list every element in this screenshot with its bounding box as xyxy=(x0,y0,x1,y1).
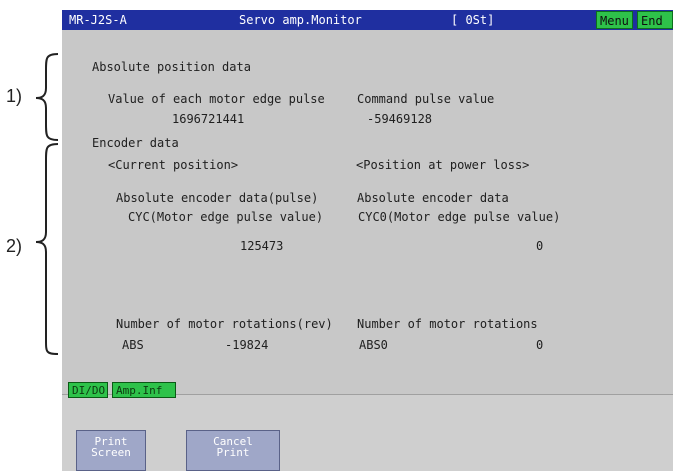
abs0-label: ABS0 xyxy=(359,338,388,352)
command-pulse-label: Command pulse value xyxy=(357,92,495,106)
cyc-label: CYC(Motor edge pulse value) xyxy=(128,210,324,224)
section-absolute-position-title: Absolute position data xyxy=(92,60,251,74)
title-bar: MR-J2S-A Servo amp.Monitor [ 0St] xyxy=(62,10,673,30)
annotation-label-1: 1) xyxy=(6,86,23,106)
motor-edge-pulse-label: Value of each motor edge pulse xyxy=(108,92,325,106)
motor-rotations-label: Number of motor rotations xyxy=(357,317,538,331)
annotation-label-2: 2) xyxy=(6,236,23,256)
cyc0-label: CYC0(Motor edge pulse value) xyxy=(358,210,561,224)
amp-inf-tab[interactable]: Amp.Inf xyxy=(112,382,176,398)
dido-tab[interactable]: DI/DO xyxy=(68,382,108,398)
cancel-print-line2: Print xyxy=(216,446,250,459)
brace-1-icon xyxy=(35,53,59,141)
servo-monitor-screen: MR-J2S-A Servo amp.Monitor [ 0St] Menu E… xyxy=(62,10,673,471)
brace-2-icon xyxy=(35,143,59,355)
abs-value: -19824 xyxy=(225,338,269,352)
section-encoder-title: Encoder data xyxy=(92,136,179,150)
abs-encoder-pulse-label: Absolute encoder data(pulse) xyxy=(116,191,319,205)
abs-label: ABS xyxy=(122,338,144,352)
print-screen-line2: Screen xyxy=(91,446,131,459)
cyc-value: 125473 xyxy=(240,239,284,253)
end-button[interactable]: End xyxy=(637,11,673,29)
abs0-value: 0 xyxy=(536,338,544,352)
station-indicator: [ 0St] xyxy=(451,13,495,27)
motor-rotations-rev-label: Number of motor rotations(rev) xyxy=(116,317,333,331)
model-name: MR-J2S-A xyxy=(69,13,127,27)
bottom-panel xyxy=(62,394,673,471)
abs-encoder-label: Absolute encoder data xyxy=(357,191,509,205)
screen-title: Servo amp.Monitor xyxy=(239,13,362,27)
power-loss-position-header: <Position at power loss> xyxy=(356,158,530,172)
menu-button[interactable]: Menu xyxy=(596,11,633,29)
command-pulse-value: -59469128 xyxy=(367,112,433,126)
cyc0-value: 0 xyxy=(536,239,544,253)
motor-edge-pulse-value: 1696721441 xyxy=(172,112,245,126)
current-position-header: <Current position> xyxy=(108,158,239,172)
print-screen-button[interactable]: Print Screen xyxy=(76,430,146,471)
cancel-print-button[interactable]: Cancel Print xyxy=(186,430,280,471)
annotation-brackets xyxy=(35,53,59,355)
